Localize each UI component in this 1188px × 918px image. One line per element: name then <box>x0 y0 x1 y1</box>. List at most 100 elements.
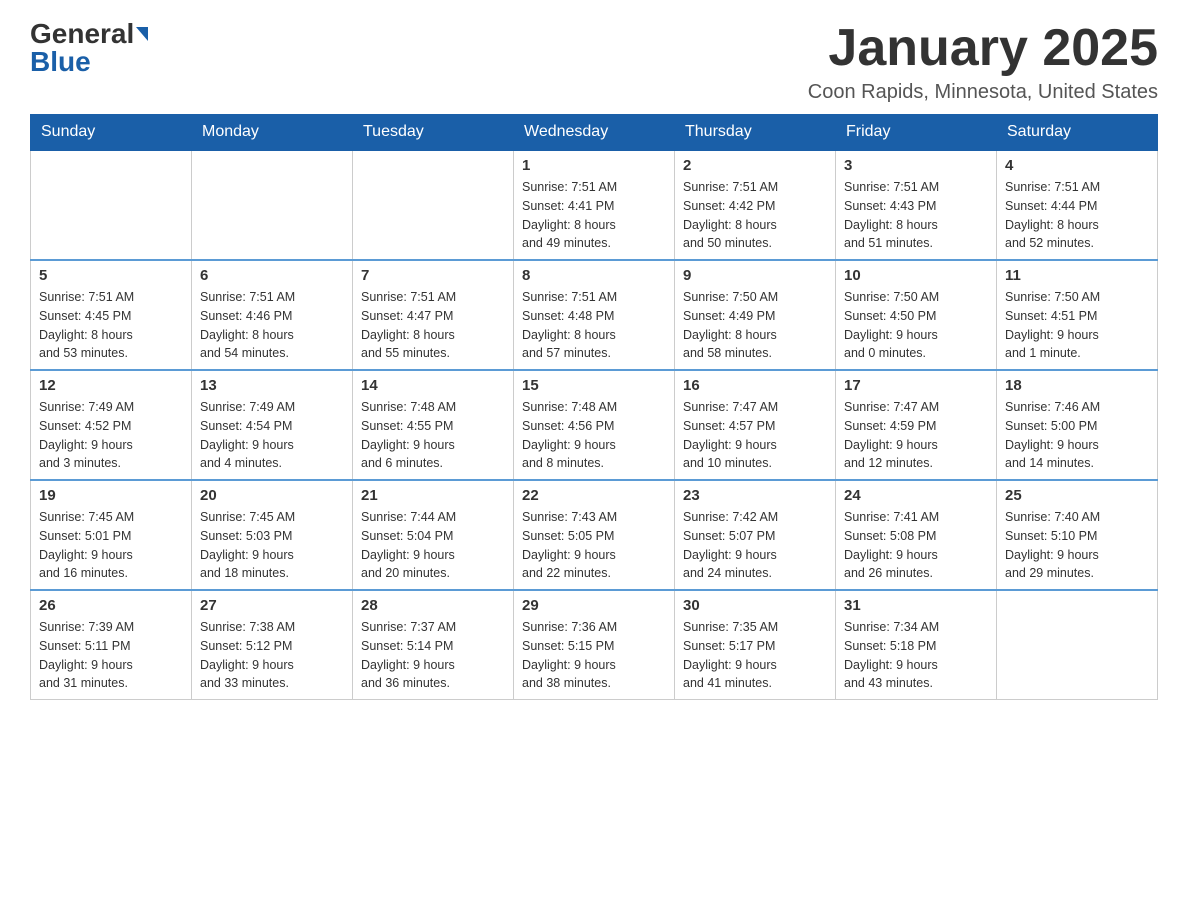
day-of-week-header: Monday <box>192 115 353 151</box>
calendar-cell: 10 Sunrise: 7:50 AMSunset: 4:50 PMDayligh… <box>836 260 997 370</box>
day-number: 22 <box>522 487 666 504</box>
day-info: Sunrise: 7:35 AMSunset: 5:17 PMDaylight:… <box>683 618 827 693</box>
day-number: 18 <box>1005 377 1149 394</box>
day-number: 6 <box>200 267 344 284</box>
day-info: Sunrise: 7:49 AMSunset: 4:54 PMDaylight:… <box>200 398 344 473</box>
calendar-cell: 31Sunrise: 7:34 AMSunset: 5:18 PMDayligh… <box>836 590 997 700</box>
day-number: 9 <box>683 267 827 284</box>
day-of-week-header: Tuesday <box>353 115 514 151</box>
day-number: 17 <box>844 377 988 394</box>
calendar-cell: 14 Sunrise: 7:48 AMSunset: 4:55 PMDayligh… <box>353 370 514 480</box>
week-row: 12 Sunrise: 7:49 AMSunset: 4:52 PMDayligh… <box>31 370 1158 480</box>
day-of-week-header: Thursday <box>675 115 836 151</box>
day-info: Sunrise: 7:51 AMSunset: 4:45 PMDaylight:… <box>39 288 183 363</box>
calendar-cell: 3Sunrise: 7:51 AMSunset: 4:43 PMDaylight… <box>836 150 997 260</box>
calendar-cell: 30 Sunrise: 7:35 AMSunset: 5:17 PMDayligh… <box>675 590 836 700</box>
day-info: Sunrise: 7:40 AMSunset: 5:10 PMDaylight:… <box>1005 508 1149 583</box>
day-number: 7 <box>361 267 505 284</box>
month-title: January 2025 <box>808 20 1158 77</box>
calendar-cell: 17Sunrise: 7:47 AMSunset: 4:59 PMDayligh… <box>836 370 997 480</box>
location-text: Coon Rapids, Minnesota, United States <box>808 81 1158 104</box>
calendar-cell: 24 Sunrise: 7:41 AMSunset: 5:08 PMDayligh… <box>836 480 997 590</box>
calendar-header: SundayMondayTuesdayWednesdayThursdayFrid… <box>31 115 1158 151</box>
day-number: 10 <box>844 267 988 284</box>
day-info: Sunrise: 7:44 AMSunset: 5:04 PMDaylight:… <box>361 508 505 583</box>
day-info: Sunrise: 7:38 AMSunset: 5:12 PMDaylight:… <box>200 618 344 693</box>
calendar-cell: 25Sunrise: 7:40 AMSunset: 5:10 PMDayligh… <box>997 480 1158 590</box>
day-of-week-header: Wednesday <box>514 115 675 151</box>
calendar-cell <box>192 150 353 260</box>
day-info: Sunrise: 7:39 AMSunset: 5:11 PMDaylight:… <box>39 618 183 693</box>
week-row: 1Sunrise: 7:51 AMSunset: 4:41 PMDaylight… <box>31 150 1158 260</box>
day-info: Sunrise: 7:49 AMSunset: 4:52 PMDaylight:… <box>39 398 183 473</box>
logo-blue-text: Blue <box>30 48 91 76</box>
day-number: 19 <box>39 487 183 504</box>
days-of-week-row: SundayMondayTuesdayWednesdayThursdayFrid… <box>31 115 1158 151</box>
calendar-cell: 8 Sunrise: 7:51 AMSunset: 4:48 PMDaylight… <box>514 260 675 370</box>
day-info: Sunrise: 7:45 AMSunset: 5:01 PMDaylight:… <box>39 508 183 583</box>
calendar-cell: 15 Sunrise: 7:48 AMSunset: 4:56 PMDayligh… <box>514 370 675 480</box>
day-number: 8 <box>522 267 666 284</box>
title-block: January 2025 Coon Rapids, Minnesota, Uni… <box>808 20 1158 104</box>
day-number: 14 <box>361 377 505 394</box>
calendar-table: SundayMondayTuesdayWednesdayThursdayFrid… <box>30 114 1158 700</box>
calendar-cell: 12 Sunrise: 7:49 AMSunset: 4:52 PMDayligh… <box>31 370 192 480</box>
day-number: 29 <box>522 597 666 614</box>
calendar-cell: 1Sunrise: 7:51 AMSunset: 4:41 PMDaylight… <box>514 150 675 260</box>
logo-arrow-icon <box>136 27 148 41</box>
calendar-cell: 2 Sunrise: 7:51 AMSunset: 4:42 PMDaylight… <box>675 150 836 260</box>
day-number: 15 <box>522 377 666 394</box>
day-info: Sunrise: 7:50 AMSunset: 4:50 PMDaylight:… <box>844 288 988 363</box>
calendar-cell <box>997 590 1158 700</box>
calendar-cell: 4 Sunrise: 7:51 AMSunset: 4:44 PMDaylight… <box>997 150 1158 260</box>
day-info: Sunrise: 7:42 AMSunset: 5:07 PMDaylight:… <box>683 508 827 583</box>
week-row: 19 Sunrise: 7:45 AMSunset: 5:01 PMDayligh… <box>31 480 1158 590</box>
day-number: 21 <box>361 487 505 504</box>
week-row: 26 Sunrise: 7:39 AMSunset: 5:11 PMDayligh… <box>31 590 1158 700</box>
day-number: 30 <box>683 597 827 614</box>
day-info: Sunrise: 7:36 AMSunset: 5:15 PMDaylight:… <box>522 618 666 693</box>
day-number: 20 <box>200 487 344 504</box>
calendar-cell: 22 Sunrise: 7:43 AMSunset: 5:05 PMDayligh… <box>514 480 675 590</box>
day-info: Sunrise: 7:51 AMSunset: 4:42 PMDaylight:… <box>683 178 827 253</box>
day-info: Sunrise: 7:46 AMSunset: 5:00 PMDaylight:… <box>1005 398 1149 473</box>
day-info: Sunrise: 7:41 AMSunset: 5:08 PMDaylight:… <box>844 508 988 583</box>
day-number: 28 <box>361 597 505 614</box>
day-info: Sunrise: 7:51 AMSunset: 4:44 PMDaylight:… <box>1005 178 1149 253</box>
day-number: 26 <box>39 597 183 614</box>
day-info: Sunrise: 7:48 AMSunset: 4:55 PMDaylight:… <box>361 398 505 473</box>
calendar-cell: 29 Sunrise: 7:36 AMSunset: 5:15 PMDayligh… <box>514 590 675 700</box>
calendar-cell <box>31 150 192 260</box>
logo: General Blue <box>30 20 148 76</box>
calendar-cell: 16Sunrise: 7:47 AMSunset: 4:57 PMDayligh… <box>675 370 836 480</box>
day-number: 13 <box>200 377 344 394</box>
calendar-cell <box>353 150 514 260</box>
day-info: Sunrise: 7:51 AMSunset: 4:41 PMDaylight:… <box>522 178 666 253</box>
day-number: 31 <box>844 597 988 614</box>
page-header: General Blue January 2025 Coon Rapids, M… <box>30 20 1158 104</box>
calendar-cell: 19 Sunrise: 7:45 AMSunset: 5:01 PMDayligh… <box>31 480 192 590</box>
day-number: 24 <box>844 487 988 504</box>
day-number: 4 <box>1005 157 1149 174</box>
day-number: 5 <box>39 267 183 284</box>
day-info: Sunrise: 7:47 AMSunset: 4:57 PMDaylight:… <box>683 398 827 473</box>
day-info: Sunrise: 7:48 AMSunset: 4:56 PMDaylight:… <box>522 398 666 473</box>
day-of-week-header: Sunday <box>31 115 192 151</box>
calendar-cell: 11Sunrise: 7:50 AMSunset: 4:51 PMDayligh… <box>997 260 1158 370</box>
day-number: 2 <box>683 157 827 174</box>
calendar-cell: 23 Sunrise: 7:42 AMSunset: 5:07 PMDayligh… <box>675 480 836 590</box>
day-number: 23 <box>683 487 827 504</box>
day-info: Sunrise: 7:51 AMSunset: 4:47 PMDaylight:… <box>361 288 505 363</box>
day-info: Sunrise: 7:43 AMSunset: 5:05 PMDaylight:… <box>522 508 666 583</box>
day-of-week-header: Friday <box>836 115 997 151</box>
calendar-cell: 20Sunrise: 7:45 AMSunset: 5:03 PMDayligh… <box>192 480 353 590</box>
day-number: 11 <box>1005 267 1149 284</box>
day-info: Sunrise: 7:51 AMSunset: 4:48 PMDaylight:… <box>522 288 666 363</box>
day-info: Sunrise: 7:50 AMSunset: 4:49 PMDaylight:… <box>683 288 827 363</box>
day-of-week-header: Saturday <box>997 115 1158 151</box>
calendar-cell: 27Sunrise: 7:38 AMSunset: 5:12 PMDayligh… <box>192 590 353 700</box>
day-number: 12 <box>39 377 183 394</box>
calendar-cell: 6Sunrise: 7:51 AMSunset: 4:46 PMDaylight… <box>192 260 353 370</box>
calendar-cell: 9 Sunrise: 7:50 AMSunset: 4:49 PMDaylight… <box>675 260 836 370</box>
day-info: Sunrise: 7:37 AMSunset: 5:14 PMDaylight:… <box>361 618 505 693</box>
